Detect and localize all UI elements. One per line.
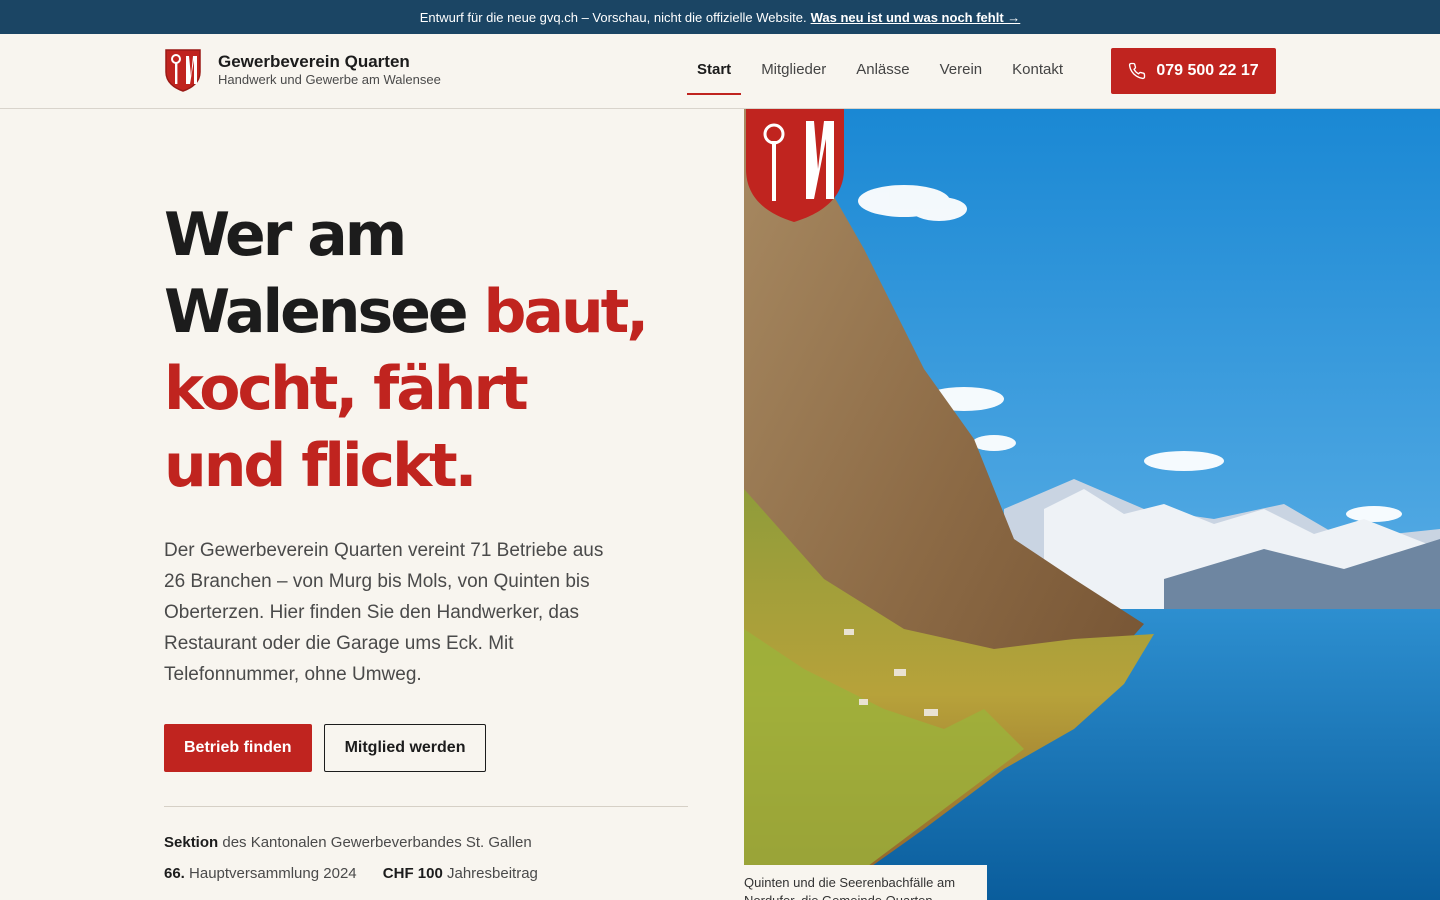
headline-dark: Wer am Walensee: [164, 200, 469, 347]
brand[interactable]: Gewerbeverein Quarten Handwerk und Gewer…: [164, 48, 441, 92]
headline-red-3: und flickt.: [164, 431, 477, 501]
announcement-bar: Entwurf für die neue gvq.ch – Vorschau, …: [0, 0, 1440, 34]
fact-sektion-label: Sektion: [164, 834, 219, 851]
headline-red-1: baut,: [483, 277, 650, 347]
fact-row: 66. Hauptversammlung 2024 CHF 100 Jahres…: [164, 858, 694, 889]
become-member-button[interactable]: Mitglied werden: [323, 724, 487, 772]
fact-fee-value: CHF 100: [382, 865, 443, 882]
caption-line-2: Nordufer, die Gemeinde Quarten: [744, 892, 987, 900]
nav-anlaesse[interactable]: Anlässe: [846, 34, 919, 109]
fact-fee-text: Jahresbeitrag: [447, 865, 538, 882]
phone-number: 079 500 22 17: [1156, 62, 1259, 79]
main-nav: Start Mitglieder Anlässe Verein Kontakt: [687, 34, 1083, 109]
fact-hv-text: Hauptversammlung 2024: [189, 865, 357, 882]
hero-content: Wer am Walensee baut, kocht, fährt und f…: [164, 109, 694, 889]
headline-red-2: kocht, fährt: [164, 354, 529, 424]
phone-icon: [1129, 62, 1146, 80]
fact-sektion: Sektion des Kantonalen Gewerbeverbandes …: [164, 827, 694, 858]
fact-sektion-text: des Kantonalen Gewerbeverbandes St. Gall…: [222, 834, 532, 851]
brand-tagline: Handwerk und Gewerbe am Walensee: [218, 72, 441, 87]
hero-ctas: Betrieb finden Mitglied werden: [164, 724, 694, 772]
image-caption: Quinten und die Seerenbachfälle am Nordu…: [744, 865, 987, 900]
hero-image: [744, 109, 1440, 900]
find-business-button[interactable]: Betrieb finden: [164, 724, 312, 772]
nav-mitglieder[interactable]: Mitglieder: [751, 34, 836, 109]
fact-fee: CHF 100 Jahresbeitrag: [383, 865, 538, 882]
hero-lead: Der Gewerbeverein Quarten vereint 71 Bet…: [164, 540, 604, 685]
nav-verein[interactable]: Verein: [930, 34, 993, 109]
brand-name: Gewerbeverein Quarten: [218, 52, 410, 71]
hero-headline: Wer am Walensee baut, kocht, fährt und f…: [164, 197, 694, 505]
announcement-link[interactable]: Was neu ist und was noch fehlt →: [811, 10, 1021, 25]
coat-of-arms-logo: [165, 49, 201, 92]
phone-button[interactable]: 079 500 22 17: [1111, 48, 1276, 94]
fact-hv: 66. Hauptversammlung 2024: [164, 865, 357, 882]
site-header: Gewerbeverein Quarten Handwerk und Gewer…: [0, 34, 1440, 109]
nav-kontakt[interactable]: Kontakt: [1002, 34, 1073, 109]
nav-start[interactable]: Start: [687, 34, 742, 109]
fact-hv-number: 66.: [164, 865, 185, 882]
facts: Sektion des Kantonalen Gewerbeverbandes …: [164, 827, 694, 889]
divider: [164, 806, 688, 807]
caption-line-1: Quinten und die Seerenbachfälle am: [744, 875, 956, 890]
announcement-text: Entwurf für die neue gvq.ch – Vorschau, …: [419, 9, 807, 25]
